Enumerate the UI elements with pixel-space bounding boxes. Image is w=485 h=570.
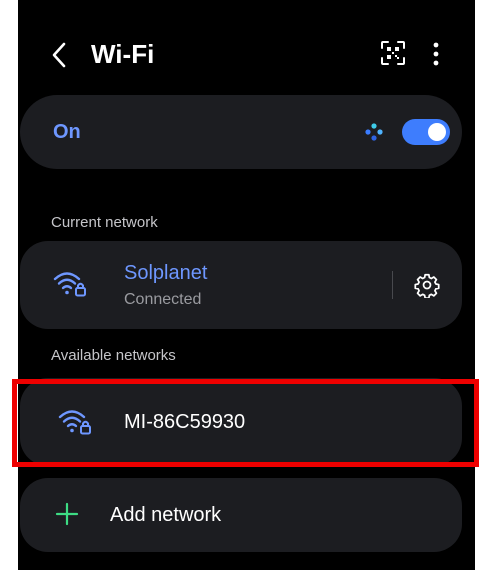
wifi-toggle-switch[interactable] [402, 119, 450, 145]
more-options-button[interactable] [430, 40, 442, 68]
add-network-button[interactable]: Add network [20, 478, 462, 552]
gear-icon [414, 273, 440, 299]
wifi-lock-icon [53, 268, 89, 298]
intelligent-wifi-icon[interactable] [363, 121, 385, 143]
more-vertical-icon [433, 42, 439, 66]
qr-code-button[interactable] [380, 40, 406, 66]
divider [392, 271, 393, 299]
plus-icon [55, 502, 79, 526]
network-settings-button[interactable] [414, 272, 440, 299]
add-network-label: Add network [110, 504, 222, 526]
header-bar: Wi-Fi [18, 0, 475, 95]
current-network-row[interactable]: Solplanet Connected [20, 241, 462, 329]
chevron-left-icon [52, 42, 66, 68]
toggle-knob [428, 123, 446, 141]
page-title: Wi-Fi [91, 39, 155, 69]
highlight-annotation-box [12, 379, 479, 467]
current-network-section-label: Current network [51, 214, 158, 231]
wifi-master-toggle-row[interactable]: On [20, 95, 462, 169]
wifi-settings-screen: Wi-Fi On Current network Solplanet Conne… [18, 0, 475, 570]
back-button[interactable] [48, 38, 70, 72]
available-networks-section-label: Available networks [51, 347, 176, 364]
qr-code-icon [381, 41, 405, 65]
current-network-name: Solplanet [124, 262, 208, 284]
current-network-status: Connected [124, 291, 202, 308]
wifi-state-label: On [53, 121, 81, 143]
